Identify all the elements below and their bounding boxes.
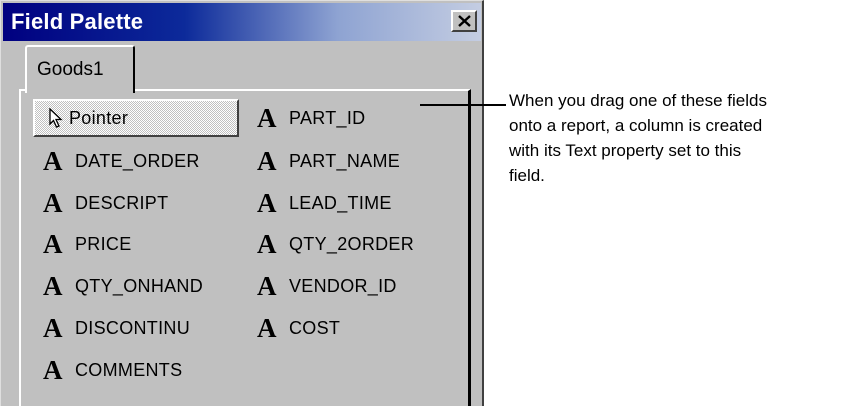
text-field-icon: A bbox=[257, 146, 277, 176]
field-label: VENDOR_ID bbox=[289, 275, 397, 296]
callout-line-3: with its Text property set to this bbox=[509, 141, 742, 160]
text-field-icon: A bbox=[43, 146, 63, 176]
field-label: PRICE bbox=[75, 233, 132, 254]
window-title: Field Palette bbox=[11, 9, 144, 34]
field-item-qty-2order[interactable]: A QTY_2ORDER bbox=[257, 227, 414, 261]
text-field-icon: A bbox=[257, 188, 277, 218]
text-field-icon: A bbox=[43, 271, 63, 301]
field-label: DESCRIPT bbox=[75, 192, 169, 213]
field-item-descript[interactable]: A DESCRIPT bbox=[43, 186, 168, 220]
field-item-cost[interactable]: A COST bbox=[257, 311, 340, 345]
stage: Field Palette Goods1 Pointer A PART_ID A bbox=[0, 0, 844, 406]
text-field-icon: A bbox=[43, 229, 63, 259]
pointer-tool-button[interactable]: Pointer bbox=[33, 99, 239, 137]
text-field-icon: A bbox=[257, 229, 277, 259]
text-field-icon: A bbox=[43, 355, 63, 385]
field-item-date-order[interactable]: A DATE_ORDER bbox=[43, 144, 200, 178]
field-label: QTY_ONHAND bbox=[75, 275, 204, 296]
callout-line-2: onto a report, a column is created bbox=[509, 116, 763, 135]
text-field-icon: A bbox=[257, 313, 277, 343]
field-item-vendor-id[interactable]: A VENDOR_ID bbox=[257, 269, 397, 303]
callout-line-4: field. bbox=[509, 166, 545, 185]
field-item-price[interactable]: A PRICE bbox=[43, 227, 132, 261]
field-label: COST bbox=[289, 317, 341, 338]
text-field-icon: A bbox=[257, 103, 277, 133]
field-label: PART_NAME bbox=[289, 150, 401, 171]
field-item-qty-onhand[interactable]: A QTY_ONHAND bbox=[43, 269, 203, 303]
arrow-pointer-icon bbox=[49, 108, 63, 128]
close-button[interactable] bbox=[451, 10, 477, 32]
field-label: DISCONTINU bbox=[75, 317, 190, 338]
callout-leader-line bbox=[420, 104, 506, 106]
field-label: QTY_2ORDER bbox=[289, 233, 415, 254]
tab-goods1[interactable]: Goods1 bbox=[25, 45, 135, 93]
field-label: LEAD_TIME bbox=[289, 192, 392, 213]
field-item-part-id[interactable]: A PART_ID bbox=[257, 101, 365, 135]
field-label: DATE_ORDER bbox=[75, 150, 200, 171]
field-label: PART_ID bbox=[289, 107, 366, 128]
field-label: COMMENTS bbox=[75, 359, 183, 380]
tab-goods1-label: Goods1 bbox=[37, 59, 104, 80]
text-field-icon: A bbox=[257, 271, 277, 301]
field-item-discontinu[interactable]: A DISCONTINU bbox=[43, 311, 190, 345]
field-item-comments[interactable]: A COMMENTS bbox=[43, 353, 182, 387]
pointer-tool-label: Pointer bbox=[69, 107, 129, 128]
text-field-icon: A bbox=[43, 313, 63, 343]
title-bar[interactable]: Field Palette bbox=[3, 3, 481, 41]
callout-text: When you drag one of these fields onto a… bbox=[509, 88, 843, 188]
field-item-part-name[interactable]: A PART_NAME bbox=[257, 144, 400, 178]
callout-line-1: When you drag one of these fields bbox=[509, 91, 767, 110]
close-x-icon bbox=[458, 15, 471, 27]
field-item-lead-time[interactable]: A LEAD_TIME bbox=[257, 186, 392, 220]
text-field-icon: A bbox=[43, 188, 63, 218]
field-palette-window: Field Palette Goods1 Pointer A PART_ID A bbox=[0, 0, 484, 406]
